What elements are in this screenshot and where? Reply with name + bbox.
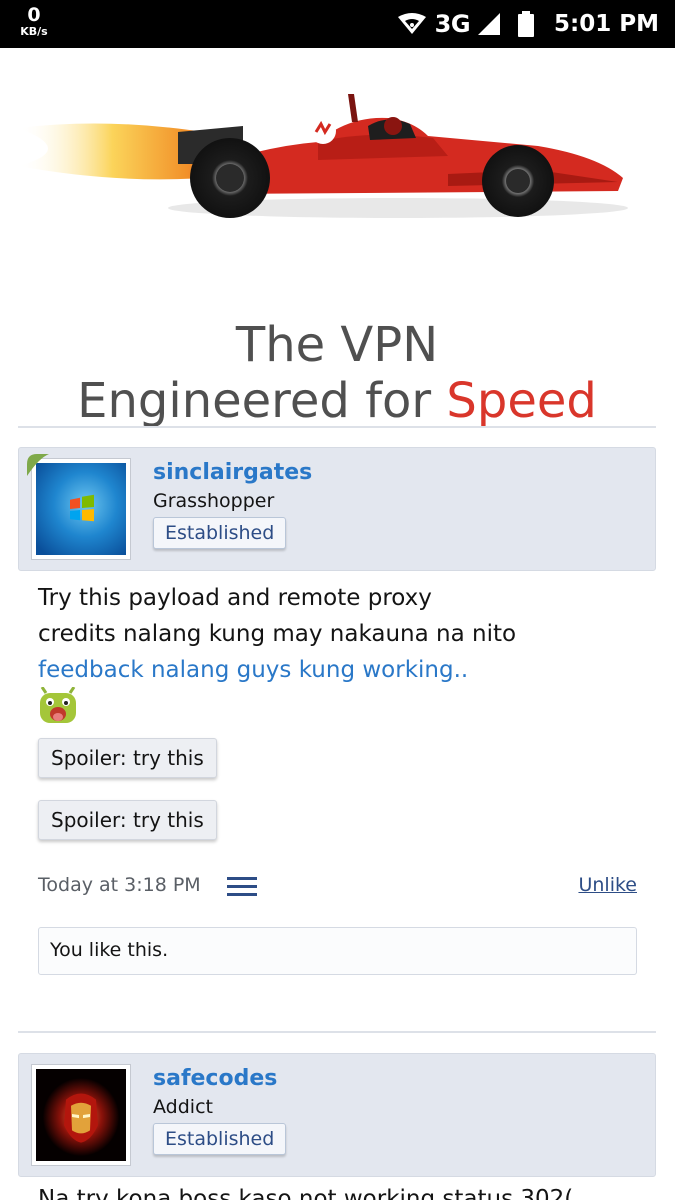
post-author-header: safecodes Addict Established — [18, 1053, 656, 1177]
message-line: credits nalang kung may nakauna na nito — [38, 621, 517, 647]
ad-headline-highlight: Speed — [446, 373, 597, 429]
message-link[interactable]: feedback nalang guys kung working.. — [38, 652, 638, 688]
network-speed-value: 0 — [27, 4, 41, 26]
ad-headline: The VPN Engineered for Speed — [18, 317, 656, 429]
unlike-link[interactable]: Unlike — [578, 874, 637, 896]
wifi-icon — [397, 13, 426, 34]
avatar[interactable] — [31, 1064, 131, 1166]
windows-logo-avatar — [36, 463, 126, 555]
post-menu-icon[interactable] — [227, 877, 257, 897]
vpn-ad-banner[interactable]: The VPN Engineered for Speed — [18, 62, 656, 429]
section-divider — [18, 426, 656, 428]
username-link[interactable]: safecodes — [153, 1066, 277, 1091]
clock: 5:01 PM — [554, 11, 659, 37]
user-status-badge: Established — [153, 1123, 287, 1155]
iron-man-avatar — [36, 1069, 126, 1161]
spoiler-button[interactable]: Spoiler: try this — [38, 800, 217, 840]
post-author-header: sinclairgates Grasshopper Established — [18, 447, 656, 571]
race-car-image — [18, 94, 628, 218]
ad-headline-line1: The VPN — [235, 317, 439, 373]
online-indicator-icon — [27, 454, 49, 476]
android-emoji-icon — [40, 687, 76, 723]
post-date[interactable]: Today at 3:18 PM — [38, 874, 201, 896]
section-divider — [18, 1031, 656, 1033]
network-type: 3G — [434, 10, 471, 38]
username-link[interactable]: sinclairgates — [153, 460, 312, 485]
ad-headline-line2-prefix: Engineered for — [77, 373, 447, 429]
post-message-partial: Na try kona boss kaso not working status… — [38, 1186, 574, 1200]
user-status-badge: Established — [153, 517, 287, 549]
status-bar: 0 KB/s 3G 5:01 PM — [0, 0, 675, 48]
network-speed: 0 KB/s — [14, 4, 54, 38]
message-line: Try this payload and remote proxy — [38, 585, 432, 611]
spoiler-button[interactable]: Spoiler: try this — [38, 738, 217, 778]
user-title: Addict — [153, 1096, 213, 1118]
network-speed-unit: KB/s — [20, 25, 48, 38]
user-title: Grasshopper — [153, 490, 275, 512]
likes-summary: You like this. — [38, 927, 637, 975]
battery-icon — [518, 11, 535, 37]
signal-icon — [478, 13, 501, 35]
ad-headline-line2: Engineered for Speed — [18, 373, 656, 429]
post-message: Try this payload and remote proxy credit… — [38, 580, 638, 688]
